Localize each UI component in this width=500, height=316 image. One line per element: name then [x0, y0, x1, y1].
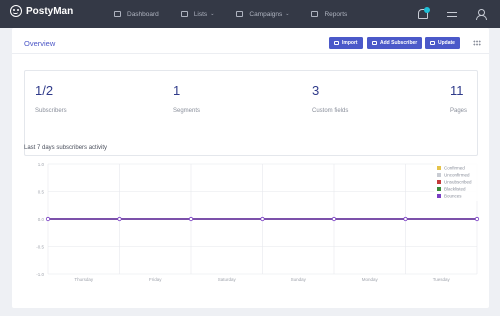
import-button[interactable]: Import — [329, 37, 363, 49]
grid-menu-icon[interactable] — [473, 40, 481, 46]
dashboard-icon — [114, 11, 121, 17]
bell-icon[interactable] — [418, 7, 430, 19]
panel-header: Overview Import Add Subscriber Update — [12, 28, 489, 54]
legend-swatch — [437, 180, 441, 184]
nav-lists[interactable]: Lists ⌄ — [180, 10, 215, 18]
main-nav: Dashboard Lists ⌄ Campaigns ⌄ Reports — [114, 0, 369, 28]
stat-value: 11 — [450, 83, 464, 98]
stat-value: 1/2 — [35, 83, 54, 98]
stat-pages[interactable]: 11 Pages — [450, 83, 467, 114]
notification-dot — [424, 7, 430, 13]
data-point — [331, 216, 337, 222]
add-user-icon — [372, 41, 377, 45]
user-icon[interactable] — [476, 9, 487, 20]
page-title: Overview — [24, 39, 56, 48]
legend-label: Unconfirmed — [444, 173, 470, 178]
legend-swatch — [437, 194, 441, 198]
stat-custom-fields[interactable]: 3 Custom fields — [312, 83, 348, 114]
nav-dashboard[interactable]: Dashboard — [114, 11, 159, 18]
legend-swatch — [437, 166, 441, 170]
data-point — [45, 216, 51, 222]
logo-icon — [10, 5, 22, 17]
stat-value: 3 — [312, 83, 320, 98]
data-point — [260, 216, 265, 222]
x-tick-label: Sunday — [291, 277, 307, 282]
add-subscriber-label: Add Subscriber — [380, 40, 418, 46]
stat-label: Subscribers — [35, 108, 67, 114]
stat-value: 1 — [173, 83, 181, 98]
stat-label: Custom fields — [312, 108, 349, 114]
add-subscriber-button[interactable]: Add Subscriber — [367, 37, 423, 49]
x-tick-label: Tuesday — [433, 277, 451, 282]
y-tick-label: -0.5 — [36, 245, 44, 250]
stats-card: 1/2 Subscribers 1 Segments 3 Custom fiel… — [24, 70, 478, 156]
sliders-icon[interactable] — [447, 9, 457, 19]
data-point — [117, 216, 122, 222]
chevron-down-icon: ⌄ — [210, 11, 215, 17]
nav-dashboard-label: Dashboard — [127, 10, 159, 18]
legend-label: Unsubscribed — [444, 180, 472, 185]
legend-label: Confirmed — [444, 166, 465, 171]
import-icon — [334, 41, 339, 45]
legend-swatch — [437, 187, 441, 191]
y-tick-label: 1.0 — [38, 162, 45, 167]
app-logo[interactable]: PostyMan — [10, 5, 73, 17]
stat-segments[interactable]: 1 Segments — [173, 83, 200, 114]
chart-svg: 1.0 0.5 0.0 -0.5 -1.0 Thursday Friday Saturday S… — [36, 162, 480, 282]
overview-panel: Overview Import Add Subscriber Update 1/… — [12, 28, 489, 308]
x-tick-label: Friday — [149, 277, 162, 282]
stat-label: Pages — [450, 108, 468, 114]
nav-lists-label: Lists — [193, 10, 208, 18]
nav-reports-label: Reports — [324, 10, 348, 18]
nav-campaigns[interactable]: Campaigns ⌄ — [236, 11, 289, 18]
nav-reports[interactable]: Reports — [311, 11, 347, 18]
y-tick-label: 0.0 — [38, 217, 45, 222]
y-tick-label: 0.5 — [38, 190, 45, 195]
x-tick-label: Thursday — [74, 277, 94, 282]
stat-label: Segments — [173, 108, 201, 114]
x-tick-label: Monday — [362, 277, 379, 282]
nav-right-tools — [399, 0, 487, 28]
data-point — [474, 216, 480, 222]
reports-icon — [311, 11, 319, 17]
update-label: Update — [438, 40, 455, 46]
campaigns-icon — [236, 11, 244, 17]
top-navbar: PostyMan Dashboard Lists ⌄ Campaigns ⌄ R… — [0, 0, 500, 28]
app-name: PostyMan — [26, 5, 74, 17]
nav-campaigns-label: Campaigns — [249, 10, 283, 18]
legend-swatch — [437, 173, 441, 177]
activity-chart: 1.0 0.5 0.0 -0.5 -1.0 Thursday Friday Saturday S… — [22, 156, 482, 291]
data-point — [403, 216, 408, 222]
update-icon — [430, 41, 435, 45]
list-icon — [180, 11, 188, 17]
y-tick-label: -1.0 — [36, 272, 44, 277]
x-tick-label: Saturday — [218, 277, 237, 282]
legend-label: Blacklisted — [444, 187, 466, 192]
chart-title: Last 7 days subscribers activity — [24, 145, 108, 151]
data-point — [188, 216, 194, 222]
legend-label: Bounces — [444, 194, 462, 199]
stat-subscribers[interactable]: 1/2 Subscribers — [35, 83, 67, 114]
import-label: Import — [342, 40, 358, 46]
update-button[interactable]: Update — [425, 37, 460, 49]
chevron-down-icon: ⌄ — [285, 11, 290, 17]
